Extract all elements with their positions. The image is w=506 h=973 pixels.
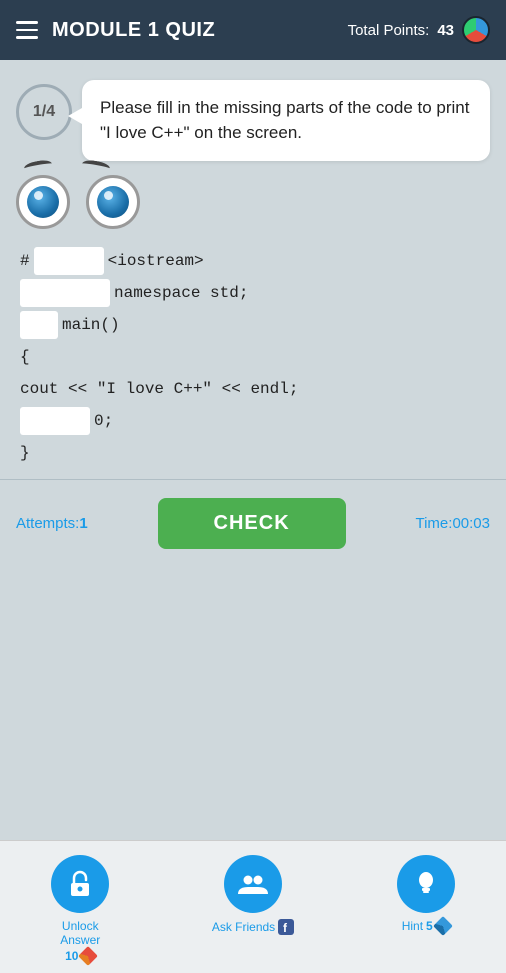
hint-gem-icon bbox=[433, 916, 453, 936]
attempts-label: Attempts: bbox=[16, 515, 79, 532]
unlock-icon bbox=[63, 867, 97, 901]
code-line-5: cout << "I love C++" << endl; bbox=[20, 373, 486, 405]
logo-icon bbox=[462, 16, 490, 44]
attempts-display: Attempts:1 bbox=[16, 515, 88, 532]
time-display: Time:00:03 bbox=[415, 515, 490, 532]
eyes bbox=[16, 175, 140, 229]
mascot bbox=[0, 161, 506, 229]
left-eye bbox=[16, 175, 70, 229]
code-line-2: namespace std; bbox=[20, 277, 486, 309]
header-left: MODULE 1 QUIZ bbox=[16, 19, 215, 42]
unlock-icon-circle bbox=[51, 855, 109, 913]
ask-friends-button[interactable]: Ask Friends f bbox=[212, 855, 294, 935]
left-eyebrow bbox=[23, 159, 52, 174]
hint-cost: 5 bbox=[426, 919, 433, 933]
check-button[interactable]: CHECK bbox=[158, 498, 346, 549]
friends-icon bbox=[236, 867, 270, 901]
unlock-subtext: Answer bbox=[60, 933, 100, 947]
lightbulb-icon bbox=[409, 867, 443, 901]
top-section: 1/4 Please fill in the missing parts of … bbox=[0, 60, 506, 171]
code-line-1: # <iostream> bbox=[20, 245, 486, 277]
code-text-4: { bbox=[20, 341, 30, 373]
main-content: 1/4 Please fill in the missing parts of … bbox=[0, 60, 506, 840]
unlock-text: Unlock bbox=[62, 919, 99, 933]
action-bar: Attempts:1 CHECK Time:00:03 bbox=[0, 479, 506, 567]
code-line-6: 0; bbox=[20, 405, 486, 437]
ask-friends-label: Ask Friends bbox=[212, 920, 275, 934]
unlock-answer-button[interactable]: Unlock Answer 10 bbox=[51, 855, 109, 963]
footer: Unlock Answer 10 Ask Friends f bbox=[0, 840, 506, 973]
menu-button[interactable] bbox=[16, 21, 38, 39]
ask-friends-icon-circle bbox=[224, 855, 282, 913]
left-pupil bbox=[27, 186, 59, 218]
code-suffix-6: 0; bbox=[94, 405, 113, 437]
code-input-2[interactable] bbox=[20, 279, 110, 307]
hint-label: Hint bbox=[402, 919, 423, 933]
code-suffix-3: main() bbox=[62, 309, 120, 341]
points-value: 43 bbox=[437, 22, 454, 39]
unlock-cost: 10 bbox=[65, 949, 78, 963]
code-text-7: } bbox=[20, 437, 30, 469]
code-input-4[interactable] bbox=[20, 407, 90, 435]
eyebrows bbox=[24, 161, 110, 171]
code-input-3[interactable] bbox=[20, 311, 58, 339]
speech-bubble-text: Please fill in the missing parts of the … bbox=[100, 98, 469, 142]
right-eyebrow bbox=[81, 159, 110, 174]
hint-icon-circle bbox=[397, 855, 455, 913]
right-eye bbox=[86, 175, 140, 229]
code-suffix-2: namespace std; bbox=[114, 277, 248, 309]
progress-badge: 1/4 bbox=[16, 84, 72, 140]
code-line-7: } bbox=[20, 437, 486, 469]
attempts-value: 1 bbox=[79, 515, 87, 532]
unlock-label: Unlock Answer 10 bbox=[60, 919, 100, 963]
total-points-label: Total Points: bbox=[348, 22, 430, 39]
code-line-4: { bbox=[20, 341, 486, 373]
code-prefix-1: # bbox=[20, 245, 30, 277]
page-title: MODULE 1 QUIZ bbox=[52, 19, 215, 42]
right-pupil bbox=[97, 186, 129, 218]
code-area: # <iostream> namespace std; main() { cou… bbox=[0, 229, 506, 479]
code-text-5: cout << "I love C++" << endl; bbox=[20, 373, 298, 405]
time-value: 00:03 bbox=[452, 515, 490, 532]
hint-button[interactable]: Hint 5 bbox=[397, 855, 455, 933]
header-right: Total Points: 43 bbox=[348, 16, 490, 44]
speech-bubble: Please fill in the missing parts of the … bbox=[82, 80, 490, 161]
unlock-gem-icon bbox=[79, 946, 99, 966]
time-label: Time: bbox=[415, 515, 452, 532]
header: MODULE 1 QUIZ Total Points: 43 bbox=[0, 0, 506, 60]
code-input-1[interactable] bbox=[34, 247, 104, 275]
facebook-icon: f bbox=[278, 919, 294, 935]
code-suffix-1: <iostream> bbox=[108, 245, 204, 277]
code-line-3: main() bbox=[20, 309, 486, 341]
